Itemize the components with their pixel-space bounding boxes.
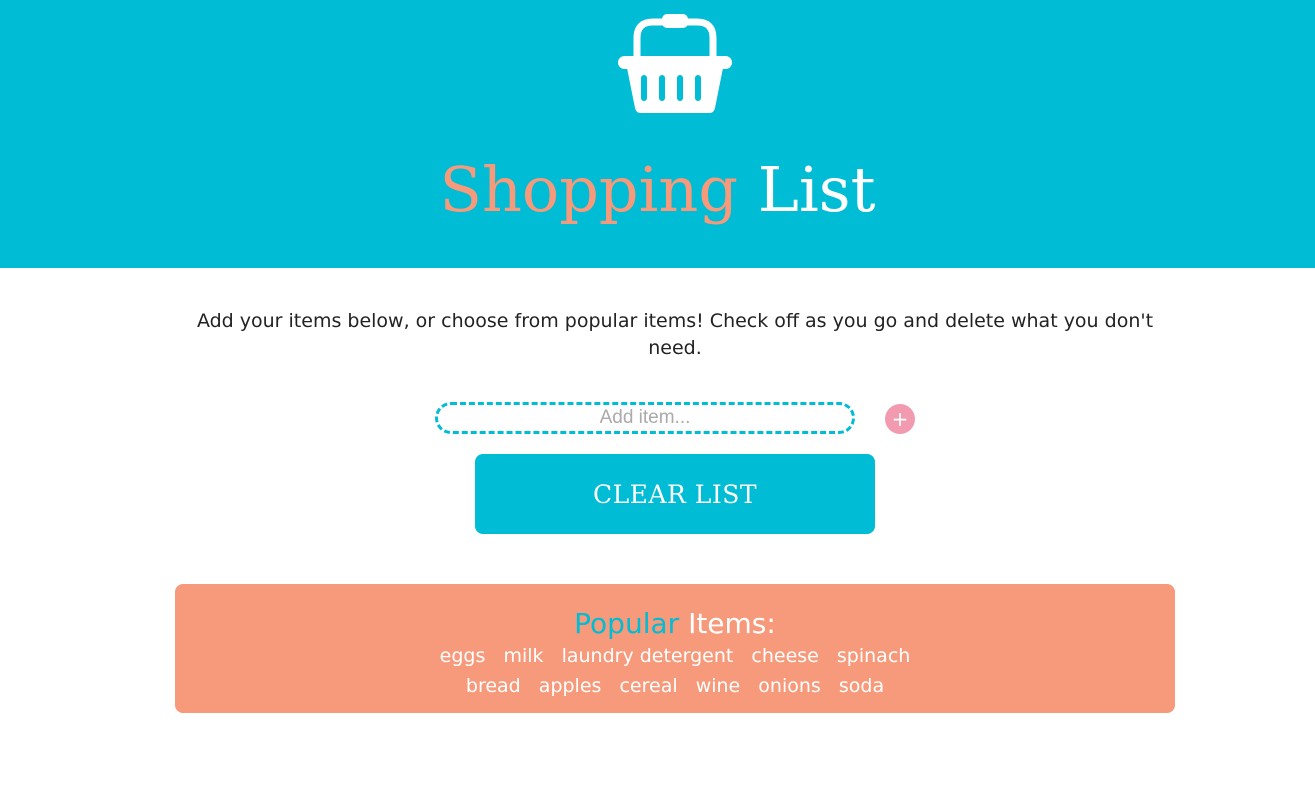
popular-item-soda[interactable]: soda — [839, 673, 884, 699]
popular-items-row-1: eggs milk laundry detergent cheese spina… — [175, 643, 1175, 669]
popular-item-cheese[interactable]: cheese — [751, 643, 818, 669]
intro-text: Add your items below, or choose from pop… — [196, 310, 1154, 359]
plus-icon: + — [891, 407, 909, 431]
popular-items-panel: Popular Items: eggs milk laundry deterge… — [175, 584, 1175, 713]
header-banner: Shopping List — [0, 0, 1315, 268]
popular-items-title: Popular Items: — [175, 606, 1175, 642]
add-item-button[interactable]: + — [885, 404, 915, 434]
basket-icon — [618, 14, 732, 113]
popular-item-wine[interactable]: wine — [696, 673, 741, 699]
popular-item-laundry-detergent[interactable]: laundry detergent — [562, 643, 734, 669]
popular-item-milk[interactable]: milk — [503, 643, 543, 669]
popular-item-eggs[interactable]: eggs — [440, 643, 486, 669]
popular-items-row-2: bread apples cereal wine onions soda — [175, 673, 1175, 699]
popular-title-word2: Items: — [688, 607, 776, 640]
popular-item-onions[interactable]: onions — [758, 673, 821, 699]
title-list: List — [757, 153, 876, 226]
title-shopping: Shopping — [439, 153, 739, 226]
page-title: Shopping List — [0, 150, 1315, 230]
popular-item-apples[interactable]: apples — [539, 673, 602, 699]
popular-item-cereal[interactable]: cereal — [619, 673, 677, 699]
add-item-input[interactable] — [435, 402, 855, 434]
clear-list-button[interactable]: CLEAR LIST — [475, 454, 875, 534]
popular-item-spinach[interactable]: spinach — [837, 643, 910, 669]
popular-title-word1: Popular — [574, 607, 680, 640]
popular-item-bread[interactable]: bread — [466, 673, 521, 699]
